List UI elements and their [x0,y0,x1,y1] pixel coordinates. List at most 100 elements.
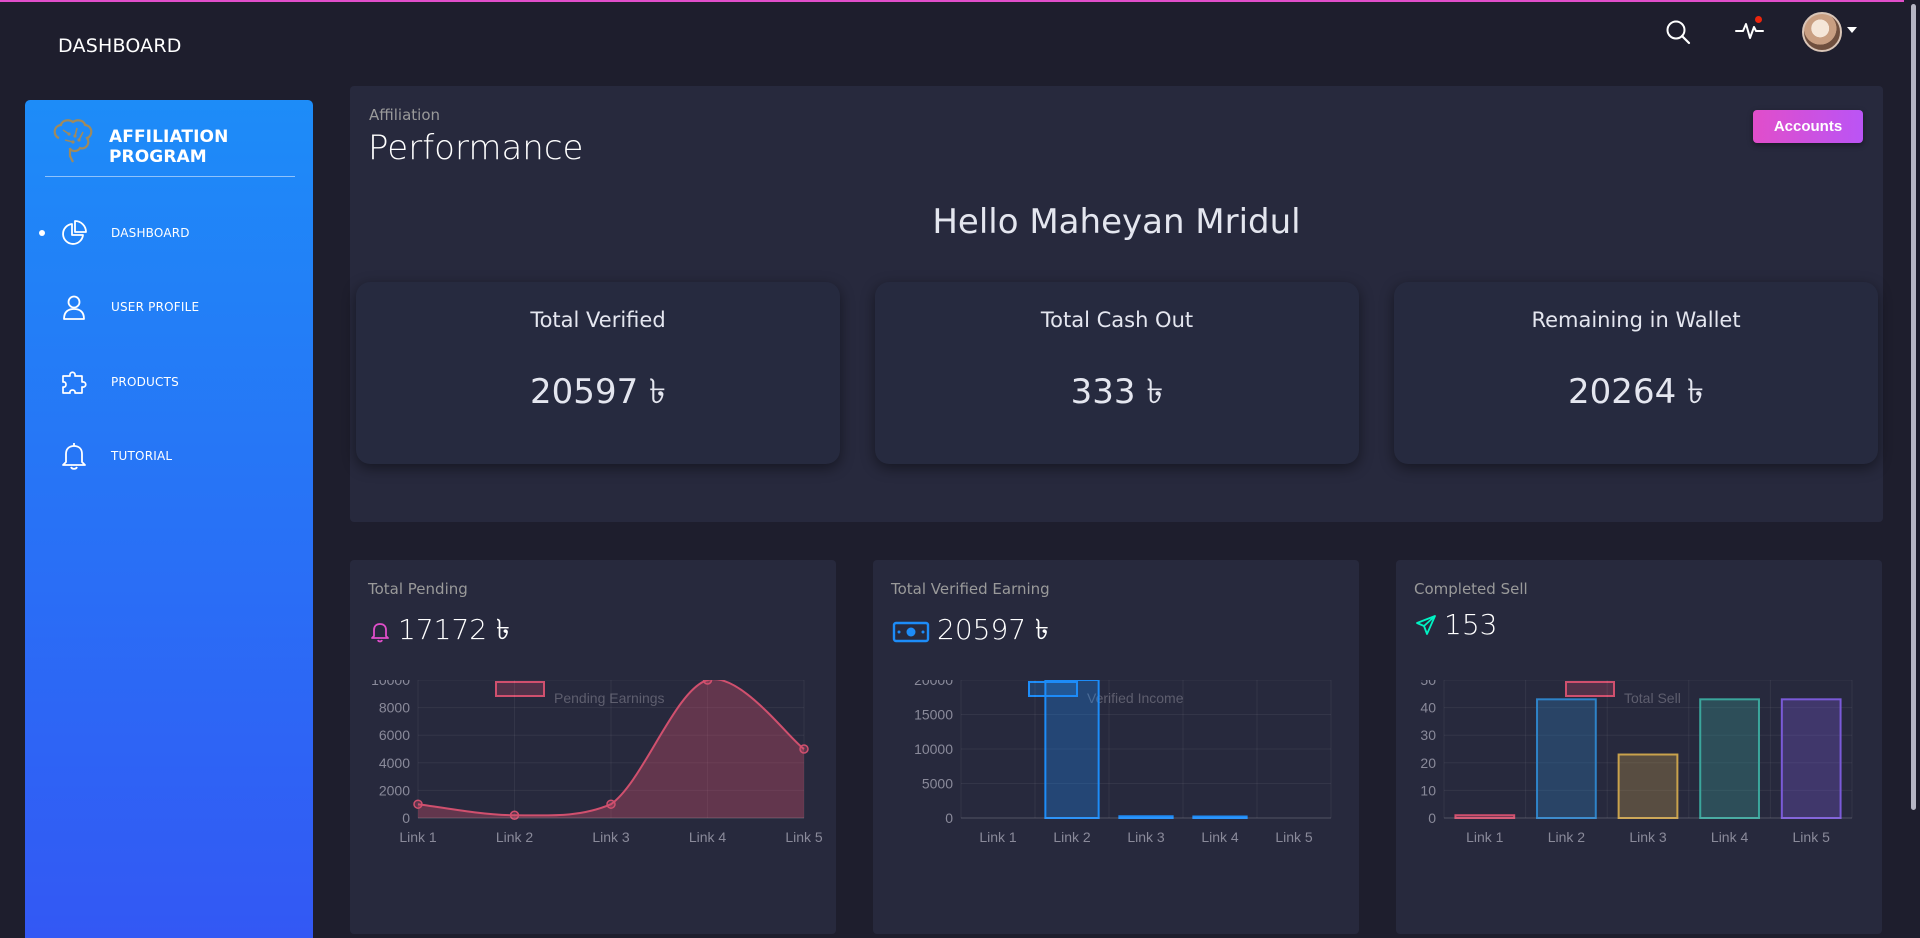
sidebar-item-label: PRODUCTS [111,375,179,389]
x-tick-label: Link 3 [1629,829,1667,845]
page-title: Performance [368,128,584,168]
bar [1780,698,1842,819]
card-value-text: 20597 ৳ [937,613,1049,646]
stat-title: Remaining in Wallet [1531,308,1741,332]
y-tick-label: 20 [1420,755,1436,771]
x-tick-label: Link 3 [1127,829,1165,845]
search-icon[interactable] [1660,14,1696,50]
sidebar-item-label: USER PROFILE [111,300,200,314]
sidebar-title[interactable]: AFFILIATION PROGRAM [109,127,313,167]
verified-income-chart: Verified Income 0 5000 10000 15000 20000 Link … [914,680,1332,845]
data-point [413,799,423,809]
stat-value: 333 ৳ [1070,372,1164,412]
y-tick-label: 30 [1420,727,1436,743]
bar [1536,698,1597,819]
x-tick-label: Link 4 [1201,829,1239,845]
y-tick-label: 10 [1420,782,1436,798]
data-point [702,680,713,685]
x-tick-label: Link 5 [785,829,823,845]
accounts-button[interactable]: Accounts [1753,110,1863,143]
card-value: 20597 ৳ [891,608,1049,655]
bar [1699,698,1760,819]
x-tick-label: Link 5 [1793,829,1831,845]
scrollbar-thumb[interactable] [1911,4,1916,810]
sidebar-divider [45,176,295,177]
card-title: Total Pending [368,580,468,598]
bar [1617,753,1679,819]
sidebar-item-label: TUTORIAL [111,449,173,463]
bar [1044,680,1100,819]
chart-pie-icon [59,218,89,248]
money-icon [891,620,931,644]
y-tick-label: 10000 [914,741,953,757]
navbar-brand[interactable]: DASHBOARD [58,35,182,57]
total-verified-earning-card: Total Verified Earning 20597 ৳ Verified … [873,560,1359,934]
bell-icon [368,620,392,644]
card-value-text: 153 [1444,608,1498,641]
card-title: Total Verified Earning [891,580,1050,598]
sidebar-item-products[interactable]: PRODUCTS [25,359,313,405]
x-tick-label: Link 4 [689,829,727,845]
sidebar-item-tutorial[interactable]: TUTORIAL [25,433,313,479]
x-tick-label: Link 1 [399,829,437,845]
x-tick-label: Link 2 [1548,829,1586,845]
activity-icon[interactable] [1730,12,1770,48]
y-tick-label: 0 [402,810,410,826]
performance-card: Affiliation Performance Accounts Hello M… [350,86,1883,522]
card-value: 153 [1414,608,1497,641]
stat-remaining-wallet: Remaining in Wallet 20264 ৳ [1394,282,1878,464]
data-point [799,744,809,754]
stat-total-cash-out: Total Cash Out 333 ৳ [875,282,1359,464]
puzzle-icon [59,367,89,397]
x-tick-label: Link 1 [979,829,1017,845]
sidebar: AFFILIATION PROGRAM DASHBOARD USER PROFI… [25,100,313,938]
stat-total-verified: Total Verified 20597 ৳ [356,282,840,464]
sidebar-item-label: DASHBOARD [111,226,190,240]
send-icon [1414,613,1438,637]
card-subtitle: Affiliation [369,106,441,124]
x-tick-label: Link 4 [1711,829,1749,845]
y-tick-label: 40 [1420,700,1436,716]
sidebar-item-user-profile[interactable]: USER PROFILE [25,284,313,330]
stat-value: 20597 ৳ [530,372,666,412]
active-indicator [39,230,45,236]
x-tick-label: Link 5 [1275,829,1313,845]
y-tick-label: 10000 [371,680,410,688]
card-value-text: 17172 ৳ [398,613,510,646]
legend-swatch [495,681,545,697]
y-tick-label: 8000 [379,700,410,716]
greeting: Hello Maheyan Mridul [932,202,1301,242]
total-sell-chart: Total Sell 0 10 20 30 40 50 Link 1 Link 2 Link 3 L… [1420,680,1853,845]
user-icon [59,292,89,322]
legend-label: Verified Income [1087,690,1184,706]
stat-title: Total Verified [530,308,666,332]
y-tick-label: 0 [945,810,953,826]
pending-earnings-chart: Pending Earnings 0 2000 4000 6000 8000 10000 Li… [371,680,823,845]
x-tick-label: Link 1 [1466,829,1504,845]
sidebar-item-dashboard[interactable]: DASHBOARD [25,210,313,256]
y-tick-label: 5000 [922,776,953,792]
y-tick-label: 50 [1420,680,1436,688]
y-tick-label: 0 [1428,810,1436,826]
brain-logo-icon [49,118,97,164]
avatar[interactable] [1802,12,1842,52]
x-tick-label: Link 3 [592,829,630,845]
x-tick-label: Link 2 [496,829,534,845]
caret-down-icon[interactable] [1846,24,1858,36]
completed-sell-card: Completed Sell 153 Total Sell 0 10 20 30 40 50… [1396,560,1882,934]
y-tick-label: 2000 [379,782,410,798]
total-pending-card: Total Pending 17172 ৳ Pending Earnings 0 2… [350,560,836,934]
card-value: 17172 ৳ [368,608,510,655]
bell-icon [59,441,89,471]
y-tick-label: 15000 [914,707,953,723]
notification-dot [1755,16,1762,23]
legend-label: Total Sell [1624,690,1681,706]
y-tick-label: 20000 [914,680,953,688]
y-tick-label: 6000 [379,727,410,743]
data-point [606,799,616,809]
top-navbar: DASHBOARD [0,2,1920,84]
stat-value: 20264 ৳ [1568,372,1704,412]
stat-title: Total Cash Out [1040,308,1194,332]
legend-label: Pending Earnings [554,690,665,706]
x-tick-label: Link 2 [1053,829,1091,845]
